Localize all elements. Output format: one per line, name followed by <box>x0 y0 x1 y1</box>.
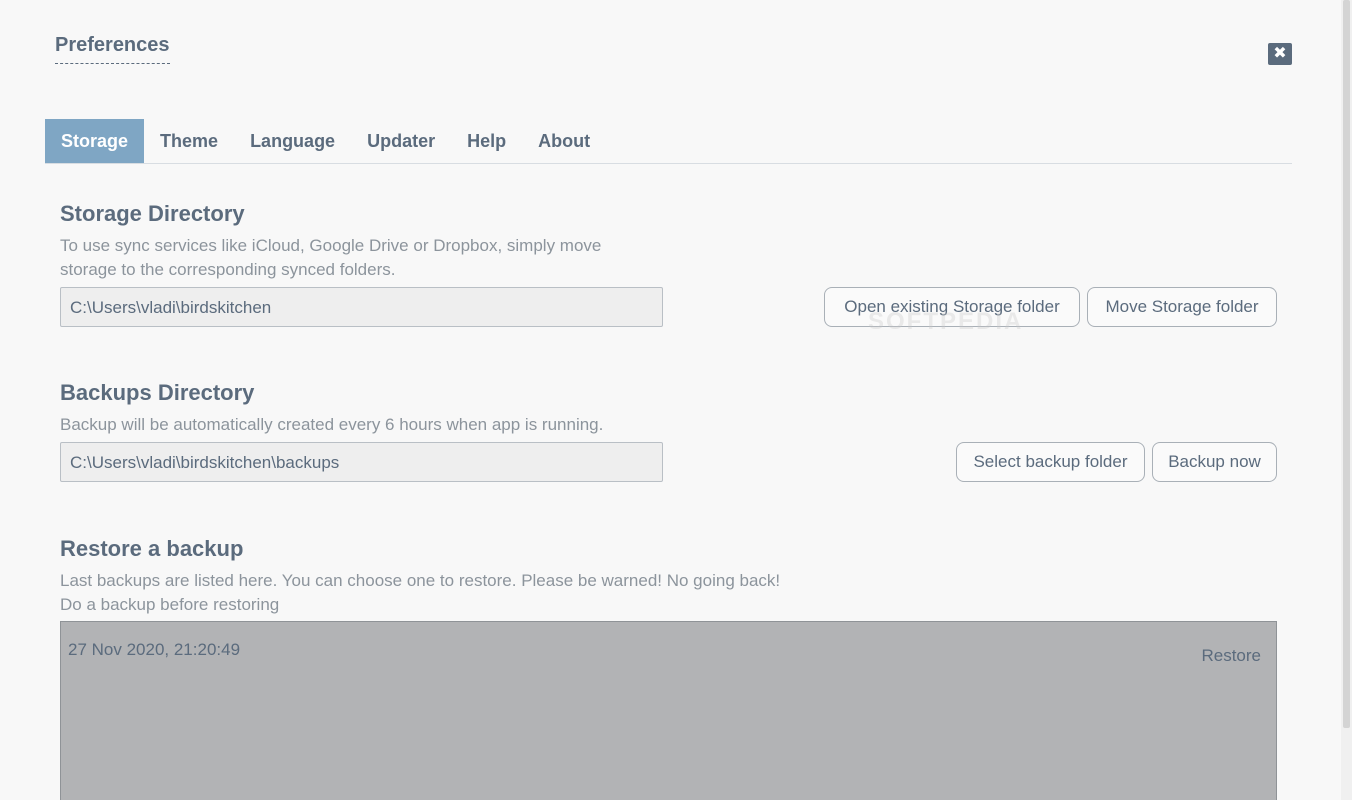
backup-list: 27 Nov 2020, 21:20:49 Restore <box>60 621 1277 800</box>
move-storage-folder-button[interactable]: Move Storage folder <box>1087 287 1277 327</box>
restore-button[interactable]: Restore <box>1201 646 1261 666</box>
select-backup-folder-button[interactable]: Select backup folder <box>956 442 1145 482</box>
close-button[interactable]: ✖ <box>1268 43 1292 65</box>
page-title: Preferences <box>55 34 170 64</box>
storage-description-line1: To use sync services like iCloud, Google… <box>60 236 602 255</box>
restore-section-title: Restore a backup <box>60 536 244 561</box>
preferences-window: Preferences ✖ Storage Theme Language Upd… <box>0 0 1352 800</box>
vertical-scrollbar[interactable] <box>1341 0 1352 800</box>
tab-theme[interactable]: Theme <box>144 119 234 163</box>
storage-section-title: Storage Directory <box>60 201 245 226</box>
scrollbar-thumb[interactable] <box>1343 0 1350 728</box>
restore-description-line1: Last backups are listed here. You can ch… <box>60 571 781 590</box>
backups-description: Backup will be automatically created eve… <box>60 415 604 434</box>
tab-about[interactable]: About <box>522 119 606 163</box>
tab-storage[interactable]: Storage <box>45 119 145 163</box>
tab-help[interactable]: Help <box>451 119 522 163</box>
restore-description-line2: Do a backup before restoring <box>60 595 280 614</box>
storage-description-line2: storage to the corresponding synced fold… <box>60 260 396 279</box>
tab-language[interactable]: Language <box>234 119 351 163</box>
backups-section-title: Backups Directory <box>60 380 255 405</box>
backup-date: 27 Nov 2020, 21:20:49 <box>68 640 241 659</box>
backups-path-field[interactable]: C:\Users\vladi\birdskitchen\backups <box>60 442 663 482</box>
storage-path-field[interactable]: C:\Users\vladi\birdskitchen <box>60 287 663 327</box>
open-storage-folder-button[interactable]: Open existing Storage folder <box>824 287 1080 327</box>
close-icon: ✖ <box>1273 45 1287 62</box>
backup-now-button[interactable]: Backup now <box>1152 442 1277 482</box>
tab-updater[interactable]: Updater <box>351 119 451 163</box>
tab-bar: Storage Theme Language Updater Help Abou… <box>45 119 1292 164</box>
